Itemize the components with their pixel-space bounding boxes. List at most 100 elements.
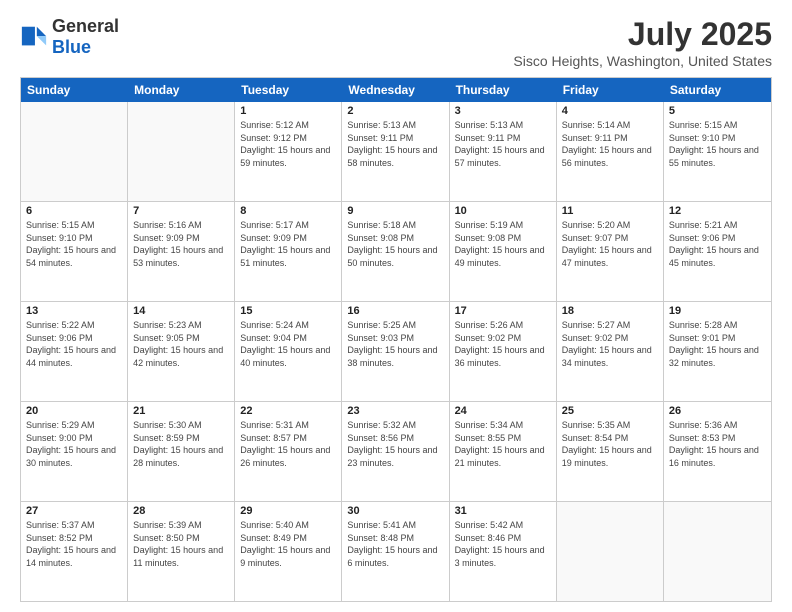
day-info: Sunrise: 5:40 AMSunset: 8:49 PMDaylight:… — [240, 519, 336, 569]
day-cell-26: 26Sunrise: 5:36 AMSunset: 8:53 PMDayligh… — [664, 402, 771, 501]
day-number: 3 — [455, 105, 551, 117]
week-4: 20 Sunrise: 5:29 AMSunset: 9:00 PMDayligh… — [21, 402, 771, 502]
day-number: 4 — [562, 105, 658, 117]
day-info: Sunrise: 5:15 AMSunset: 9:10 PMDaylight:… — [669, 119, 766, 169]
day-info: Sunrise: 5:20 AMSunset: 9:07 PMDaylight:… — [562, 219, 658, 269]
day-number: 8 — [240, 205, 336, 217]
week-3: 13 Sunrise: 5:22 AMSunset: 9:06 PMDayligh… — [21, 302, 771, 402]
day-cell-2: 2 Sunrise: 5:13 AMSunset: 9:11 PMDaylight… — [342, 102, 449, 201]
calendar-body: 1Sunrise: 5:12 AMSunset: 9:12 PMDaylight… — [21, 102, 771, 601]
day-info: Sunrise: 5:18 AMSunset: 9:08 PMDaylight:… — [347, 219, 443, 269]
day-number: 9 — [347, 205, 443, 217]
day-cell-18: 18 Sunrise: 5:27 AMSunset: 9:02 PMDayligh… — [557, 302, 664, 401]
day-cell-13: 13 Sunrise: 5:22 AMSunset: 9:06 PMDayligh… — [21, 302, 128, 401]
day-number: 12 — [669, 205, 766, 217]
location-title: Sisco Heights, Washington, United States — [513, 53, 772, 69]
page: General Blue July 2025 Sisco Heights, Wa… — [0, 0, 792, 612]
day-info: Sunrise: 5:19 AMSunset: 9:08 PMDaylight:… — [455, 219, 551, 269]
day-cell-31: 31 Sunrise: 5:42 AMSunset: 8:46 PMDayligh… — [450, 502, 557, 601]
day-info: Sunrise: 5:12 AMSunset: 9:12 PMDaylight:… — [240, 119, 336, 169]
day-cell-30: 30Sunrise: 5:41 AMSunset: 8:48 PMDayligh… — [342, 502, 449, 601]
day-cell-20: 20 Sunrise: 5:29 AMSunset: 9:00 PMDayligh… — [21, 402, 128, 501]
day-cell-10: 10Sunrise: 5:19 AMSunset: 9:08 PMDayligh… — [450, 202, 557, 301]
day-cell-11: 11 Sunrise: 5:20 AMSunset: 9:07 PMDayligh… — [557, 202, 664, 301]
day-info: Sunrise: 5:15 AMSunset: 9:10 PMDaylight:… — [26, 219, 122, 269]
header-day-saturday: Saturday — [664, 78, 771, 102]
day-number: 23 — [347, 405, 443, 417]
day-info: Sunrise: 5:23 AMSunset: 9:05 PMDaylight:… — [133, 319, 229, 369]
day-info: Sunrise: 5:27 AMSunset: 9:02 PMDaylight:… — [562, 319, 658, 369]
day-cell-28: 28 Sunrise: 5:39 AMSunset: 8:50 PMDayligh… — [128, 502, 235, 601]
header-day-tuesday: Tuesday — [235, 78, 342, 102]
day-number: 2 — [347, 105, 443, 117]
month-title: July 2025 — [513, 16, 772, 53]
day-cell-8: 8 Sunrise: 5:17 AMSunset: 9:09 PMDaylight… — [235, 202, 342, 301]
day-cell-27: 27 Sunrise: 5:37 AMSunset: 8:52 PMDayligh… — [21, 502, 128, 601]
day-cell-23: 23 Sunrise: 5:32 AMSunset: 8:56 PMDayligh… — [342, 402, 449, 501]
day-cell-22: 22 Sunrise: 5:31 AMSunset: 8:57 PMDayligh… — [235, 402, 342, 501]
day-number: 13 — [26, 305, 122, 317]
day-info: Sunrise: 5:31 AMSunset: 8:57 PMDaylight:… — [240, 419, 336, 469]
day-cell-24: 24Sunrise: 5:34 AMSunset: 8:55 PMDayligh… — [450, 402, 557, 501]
logo-general: General — [52, 16, 119, 37]
day-cell-29: 29 Sunrise: 5:40 AMSunset: 8:49 PMDayligh… — [235, 502, 342, 601]
day-info: Sunrise: 5:35 AMSunset: 8:54 PMDaylight:… — [562, 419, 658, 469]
calendar: SundayMondayTuesdayWednesdayThursdayFrid… — [20, 77, 772, 602]
day-info: Sunrise: 5:24 AMSunset: 9:04 PMDaylight:… — [240, 319, 336, 369]
day-number: 25 — [562, 405, 658, 417]
day-info: Sunrise: 5:42 AMSunset: 8:46 PMDaylight:… — [455, 519, 551, 569]
day-info: Sunrise: 5:22 AMSunset: 9:06 PMDaylight:… — [26, 319, 122, 369]
logo-text: General Blue — [52, 16, 119, 58]
logo: General Blue — [20, 16, 119, 58]
logo-icon — [20, 23, 48, 51]
day-info: Sunrise: 5:16 AMSunset: 9:09 PMDaylight:… — [133, 219, 229, 269]
day-cell-7: 7 Sunrise: 5:16 AMSunset: 9:09 PMDaylight… — [128, 202, 235, 301]
day-number: 20 — [26, 405, 122, 417]
day-number: 16 — [347, 305, 443, 317]
day-number: 7 — [133, 205, 229, 217]
header-day-thursday: Thursday — [450, 78, 557, 102]
header: General Blue July 2025 Sisco Heights, Wa… — [20, 16, 772, 69]
empty-cell — [557, 502, 664, 601]
day-cell-21: 21Sunrise: 5:30 AMSunset: 8:59 PMDayligh… — [128, 402, 235, 501]
empty-cell — [21, 102, 128, 201]
day-info: Sunrise: 5:37 AMSunset: 8:52 PMDaylight:… — [26, 519, 122, 569]
week-2: 6 Sunrise: 5:15 AMSunset: 9:10 PMDaylight… — [21, 202, 771, 302]
header-day-wednesday: Wednesday — [342, 78, 449, 102]
day-cell-12: 12Sunrise: 5:21 AMSunset: 9:06 PMDayligh… — [664, 202, 771, 301]
day-number: 30 — [347, 505, 443, 517]
day-cell-9: 9 Sunrise: 5:18 AMSunset: 9:08 PMDaylight… — [342, 202, 449, 301]
day-cell-19: 19Sunrise: 5:28 AMSunset: 9:01 PMDayligh… — [664, 302, 771, 401]
week-1: 1Sunrise: 5:12 AMSunset: 9:12 PMDaylight… — [21, 102, 771, 202]
day-info: Sunrise: 5:13 AMSunset: 9:11 PMDaylight:… — [347, 119, 443, 169]
header-day-sunday: Sunday — [21, 78, 128, 102]
logo-blue: Blue — [52, 37, 119, 58]
day-info: Sunrise: 5:13 AMSunset: 9:11 PMDaylight:… — [455, 119, 551, 169]
day-number: 28 — [133, 505, 229, 517]
day-info: Sunrise: 5:32 AMSunset: 8:56 PMDaylight:… — [347, 419, 443, 469]
day-cell-14: 14 Sunrise: 5:23 AMSunset: 9:05 PMDayligh… — [128, 302, 235, 401]
day-number: 18 — [562, 305, 658, 317]
day-number: 14 — [133, 305, 229, 317]
title-block: July 2025 Sisco Heights, Washington, Uni… — [513, 16, 772, 69]
day-cell-15: 15 Sunrise: 5:24 AMSunset: 9:04 PMDayligh… — [235, 302, 342, 401]
day-number: 11 — [562, 205, 658, 217]
day-number: 31 — [455, 505, 551, 517]
day-cell-1: 1Sunrise: 5:12 AMSunset: 9:12 PMDaylight… — [235, 102, 342, 201]
day-number: 27 — [26, 505, 122, 517]
day-number: 29 — [240, 505, 336, 517]
day-number: 15 — [240, 305, 336, 317]
day-info: Sunrise: 5:34 AMSunset: 8:55 PMDaylight:… — [455, 419, 551, 469]
day-info: Sunrise: 5:25 AMSunset: 9:03 PMDaylight:… — [347, 319, 443, 369]
week-5: 27 Sunrise: 5:37 AMSunset: 8:52 PMDayligh… — [21, 502, 771, 601]
day-number: 5 — [669, 105, 766, 117]
day-info: Sunrise: 5:29 AMSunset: 9:00 PMDaylight:… — [26, 419, 122, 469]
day-info: Sunrise: 5:17 AMSunset: 9:09 PMDaylight:… — [240, 219, 336, 269]
empty-cell — [128, 102, 235, 201]
day-info: Sunrise: 5:39 AMSunset: 8:50 PMDaylight:… — [133, 519, 229, 569]
day-number: 22 — [240, 405, 336, 417]
day-cell-3: 3 Sunrise: 5:13 AMSunset: 9:11 PMDaylight… — [450, 102, 557, 201]
day-info: Sunrise: 5:28 AMSunset: 9:01 PMDaylight:… — [669, 319, 766, 369]
day-info: Sunrise: 5:36 AMSunset: 8:53 PMDaylight:… — [669, 419, 766, 469]
day-number: 6 — [26, 205, 122, 217]
